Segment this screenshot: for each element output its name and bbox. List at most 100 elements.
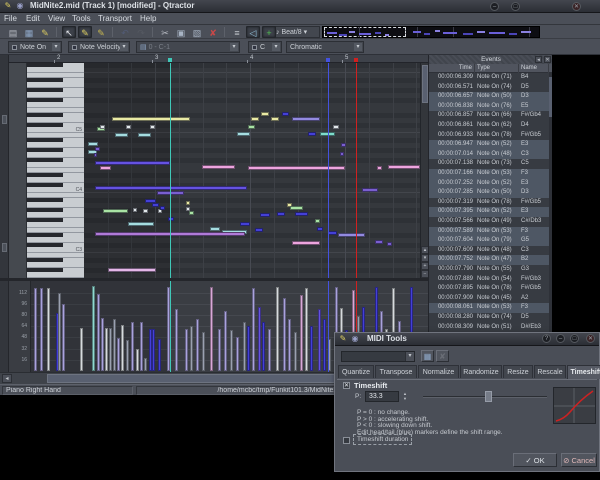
midi-note[interactable] [100,125,105,129]
spinner-arrows-icon[interactable]: ▲▼ [401,391,409,402]
midi-note[interactable] [138,133,151,137]
velocity-bar[interactable] [152,329,155,371]
close-button[interactable]: ✕ [572,2,581,11]
velocity-bar[interactable] [113,319,116,371]
duration-checkbox[interactable] [343,437,350,444]
midi-note[interactable] [189,211,194,215]
menu-item-file[interactable]: File [4,14,17,23]
midi-note[interactable] [248,125,255,129]
playhead-marker[interactable] [354,58,358,62]
midi-note[interactable] [292,117,320,121]
midi-note[interactable] [260,213,270,217]
redo-icon[interactable]: ↷ [134,26,148,38]
midi-note[interactable] [202,165,235,169]
value-type-combo[interactable]: Note Velocity ▾ [68,41,130,53]
dialog-titlebar[interactable]: ✎ ◉ MIDI Tools ? – □ ✕ [335,333,599,346]
clip-thumbnail[interactable] [322,26,540,38]
piano-roll-canvas[interactable] [84,63,420,278]
window-titlebar[interactable]: ✎ ◉ MidNite2.mid (Track 1) [modified] - … [0,0,600,13]
midi-note[interactable] [315,219,320,223]
event-row[interactable]: 00:00:07.790Note On (55)G3 [429,265,549,275]
velocity-bar[interactable] [47,288,50,371]
event-row[interactable]: 00:00:07.166Note On (53)F3 [429,169,549,179]
midi-note[interactable] [95,161,170,165]
velocity-bar[interactable] [300,295,303,371]
midi-note[interactable] [115,133,128,137]
tab-resize[interactable]: Resize [503,365,533,378]
velocity-bar[interactable] [243,322,246,371]
file-range-combo[interactable]: ▤ 0 - C-1 ▾ [136,41,240,53]
paste-icon[interactable]: ▧ [190,26,204,38]
event-row[interactable]: 00:00:06.933Note On (78)F#/Gb5 [429,131,549,141]
velocity-bar[interactable] [131,322,134,371]
velocity-bar[interactable] [288,319,291,371]
velocity-bar[interactable] [158,339,161,371]
event-row[interactable]: 00:00:07.285Note On (50)D3 [429,188,549,198]
midi-note[interactable] [362,188,378,192]
events-column-time[interactable]: Time [429,64,475,73]
slider-thumb[interactable] [485,391,492,402]
events-column-header[interactable]: TimeTypeName [429,64,553,73]
follow-playhead-icon[interactable]: + [262,26,276,38]
preset-combo[interactable]: ▾ [341,351,415,362]
midi-note[interactable] [295,212,308,216]
velocity-bar[interactable] [258,307,261,371]
event-row[interactable]: 00:00:07.319Note On (78)F#/Gb5 [429,198,549,208]
piano-keyboard[interactable]: C5C4C3 [27,63,84,278]
midi-note[interactable] [290,206,303,210]
events-column-type[interactable]: Type [475,64,519,73]
snap-combo[interactable]: ♪ Beat/8 ▾ [272,26,320,38]
midi-note[interactable] [261,112,269,116]
event-row[interactable]: 00:00:06.657Note On (50)D3 [429,92,549,102]
velocity-bar[interactable] [117,338,120,371]
velocity-bar[interactable] [252,288,255,371]
menu-item-tools[interactable]: Tools [72,14,91,23]
menu-item-view[interactable]: View [48,14,65,23]
midi-note[interactable] [94,153,97,157]
tab-rescale[interactable]: Rescale [534,365,566,378]
velocity-bar[interactable] [230,330,233,371]
event-row[interactable]: 00:00:08.061Note On (53)F3 [429,303,549,313]
event-list-icon[interactable]: ≡ [230,26,244,38]
select-pointer-icon[interactable]: ↖ [62,26,76,38]
velocity-bar[interactable] [305,288,308,371]
midi-note[interactable] [128,222,154,226]
roll-vertical-scrollbar[interactable]: ▴ ▾ + − [420,63,428,278]
menu-item-transport[interactable]: Transport [98,14,132,23]
param-spinbox[interactable]: 33.3 [365,391,399,402]
midi-note[interactable] [160,206,165,210]
edit-tail-marker[interactable] [326,58,330,62]
midi-note[interactable] [112,117,190,121]
tab-normalize[interactable]: Normalize [418,365,459,378]
midi-note[interactable] [240,222,250,226]
velocity-bar[interactable] [34,288,37,371]
preset-delete-button[interactable]: ✘ [436,350,449,362]
velocity-bar[interactable] [294,332,297,371]
event-row[interactable]: 00:00:07.889Note On (54)F#/Gb3 [429,275,549,285]
midi-note[interactable] [341,143,346,147]
midi-note[interactable] [328,231,337,235]
velocity-bar[interactable] [136,349,139,371]
dialog-help-button[interactable]: ? [542,334,551,343]
edit-head-marker[interactable] [168,58,172,62]
midi-note[interactable] [143,209,148,213]
midi-note[interactable] [388,165,420,169]
midi-note[interactable] [210,227,220,231]
midi-note[interactable] [126,125,131,129]
velocity-bar[interactable] [268,329,271,371]
midi-note[interactable] [88,142,98,146]
erase-pencil-icon[interactable]: ✎ [94,26,108,38]
event-row[interactable]: 00:00:07.604Note On (79)G5 [429,236,549,246]
maximize-button[interactable]: □ [511,2,520,11]
dialog-close-button[interactable]: ✕ [586,334,595,343]
events-column-name[interactable]: Name [519,64,549,73]
velocity-bar[interactable] [175,309,178,371]
velocity-bar[interactable] [276,287,279,371]
event-row[interactable]: 00:00:06.309Note On (71)B4 [429,73,549,83]
preset-save-button[interactable]: ▦ [421,350,434,362]
velocity-bar[interactable] [97,294,100,371]
midi-note[interactable] [150,125,155,129]
midi-note[interactable] [387,242,392,246]
cancel-button[interactable]: ⊘ Cancel [561,453,597,467]
velocity-bar[interactable] [224,311,227,371]
